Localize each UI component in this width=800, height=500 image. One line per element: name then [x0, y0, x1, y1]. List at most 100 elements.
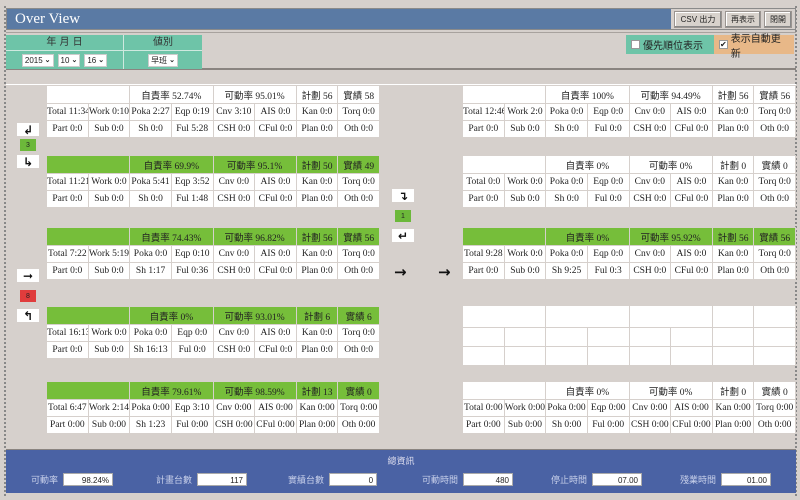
line-panel[interactable]: 自責率 79.61% 可動率 98.59% 計劃 13 實績 0 Total 6:47 W… — [45, 381, 380, 434]
auto-refresh-checkbox[interactable]: ✔ — [719, 40, 728, 49]
stat-cell: CSH 0:0 — [212, 120, 256, 138]
line-stats-table: 自責率 52.74% 可動率 95.01% 計劃 56 實績 58 Total 11:3… — [45, 85, 380, 138]
turn-down-left-icon[interactable]: ↲ — [17, 123, 39, 137]
day-select[interactable]: 16 ⌄ — [84, 53, 108, 67]
line-panel[interactable]: 自責率 52.74% 可動率 95.01% 計劃 56 實績 58 Total 11:3… — [45, 85, 380, 138]
self-responsibility-rate-cell: 自責率 69.9% — [129, 155, 214, 174]
stat-cell: Sub 0:0 — [503, 262, 547, 280]
stat-cell — [545, 346, 588, 366]
stat-cell: Total 9:28 — [462, 245, 505, 263]
summary-value: 480 — [463, 473, 514, 486]
stat-cell: Work 2:0 — [503, 103, 547, 121]
stat-cell: Sh 0:0 — [129, 190, 172, 208]
stat-cell: Plan 0:00 — [711, 416, 755, 434]
summary-title: 總資訊 — [387, 457, 415, 467]
line-panel[interactable]: 自責率 0% 可動率 0% 計劃 0 實績 0 Total 0:0 Work 0:0 Pok… — [461, 155, 796, 208]
line-panel[interactable]: 自責率 0% 可動率 0% 計劃 0 實績 0 Total 0:00 Work 0:00 P… — [461, 381, 796, 434]
turn-up-left-icon[interactable]: ↰ — [17, 309, 39, 323]
priority-checkbox[interactable] — [631, 40, 640, 49]
self-responsibility-rate-cell: 自責率 0% — [129, 306, 214, 325]
panel-header-row: 自責率 79.61% 可動率 98.59% 計劃 13 實績 0 — [45, 381, 380, 400]
title-bar: Over View CSV 出力 再表示 閉開 — [6, 8, 796, 30]
auto-refresh-toggle[interactable]: ✔ 表示自動更新 — [714, 34, 794, 60]
month-select[interactable]: 10 ⌄ — [57, 53, 81, 67]
line-panel[interactable]: 自責率 0% 可動率 93.01% 計劃 6 實績 6 Total 16:13 Work … — [45, 306, 380, 359]
stat-cell: Oth 0:0 — [337, 190, 380, 208]
year-select[interactable]: 2015 ⌄ — [21, 53, 54, 67]
stat-cell: Sh 0:00 — [545, 416, 588, 434]
stat-cell: Plan 0:00 — [295, 416, 339, 434]
self-responsibility-rate-cell: 自責率 0% — [545, 381, 630, 400]
line-panel[interactable]: 自責率 69.9% 可動率 95.1% 計劃 50 實績 49 Total 11:21 W… — [45, 155, 380, 208]
line-panel[interactable]: 自責率 0% 可動率 95.92% 計劃 56 實績 56 Total 9:28 Work… — [461, 227, 796, 280]
panel-stats-row: Part 0:00 Sub 0:00 Sh 1:23 Ful 0:00 CSH 0:00… — [46, 416, 380, 434]
line-panel[interactable]: 自責率 100% 可動率 94.49% 計劃 56 實績 56 Total 12:46 W… — [461, 85, 796, 138]
panel-header-row: 自責率 0% 可動率 0% 計劃 0 實績 0 — [461, 381, 796, 400]
panel-header-row: 自責率 0% 可動率 0% 計劃 0 實績 0 — [461, 155, 796, 174]
stat-cell: Work 0:0 — [503, 173, 547, 191]
panel-header-row: 自責率 74.43% 可動率 96.82% 計劃 56 實績 56 — [45, 227, 380, 246]
stat-cell: Torq 0:0 — [753, 173, 796, 191]
stat-cell: Sub 0:0 — [87, 341, 131, 359]
return-right-icon[interactable]: ↳ — [17, 155, 39, 169]
close-button[interactable]: 閉開 — [764, 10, 792, 28]
plan-count-cell: 計劃 0 — [711, 155, 755, 174]
plan-count-cell — [711, 305, 755, 328]
stat-cell: CSH 0:00 — [628, 416, 672, 434]
plan-count-cell: 計劃 56 — [295, 227, 339, 246]
stat-cell — [462, 346, 505, 366]
stat-cell: CFul 0:00 — [254, 416, 297, 434]
stat-cell: Total 6:47 — [46, 399, 89, 417]
priority-display-toggle[interactable]: 優先順位表示 — [626, 35, 714, 54]
stat-cell: Kan 0:0 — [295, 173, 339, 191]
turn-down-icon[interactable]: ↴ — [392, 189, 414, 203]
availability-rate-cell: 可動率 93.01% — [212, 306, 297, 325]
shift-select[interactable]: 早班 ⌄ — [148, 53, 178, 67]
stat-cell: AIS 0:0 — [670, 173, 713, 191]
stat-cell — [462, 327, 505, 347]
panel-stats-row: Part 0:0 Sub 0:0 Sh 16:13 Ful 0:0 CSH 0:0 CFu… — [46, 341, 380, 359]
stat-cell: CSH 0:0 — [628, 262, 672, 280]
return-left-icon[interactable]: ↵ — [392, 229, 414, 243]
stat-cell: Total 11:21 — [46, 173, 89, 191]
summary-value: 0 — [329, 473, 378, 486]
stat-cell: Cnv 3:10 — [212, 103, 256, 121]
line-panel[interactable] — [461, 305, 796, 366]
line-name-cell — [45, 381, 131, 400]
arrow-right-icon[interactable]: ➞ — [17, 269, 39, 283]
panel-header-row: 自責率 0% 可動率 93.01% 計劃 6 實績 6 — [45, 306, 380, 325]
auto-refresh-label: 表示自動更新 — [730, 33, 781, 60]
panel-stats-row: Part 0:00 Sub 0:00 Sh 0:00 Ful 0:00 CSH 0:00… — [462, 416, 796, 434]
line-stats-table: 自責率 69.9% 可動率 95.1% 計劃 50 實績 49 Total 11:21 W… — [45, 155, 380, 208]
stat-cell: Ful 0:00 — [170, 416, 214, 434]
plan-count-cell: 計劃 56 — [295, 85, 339, 104]
panel-header-row: 自責率 100% 可動率 94.49% 計劃 56 實績 56 — [461, 85, 796, 104]
availability-rate-cell: 可動率 95.01% — [212, 85, 297, 104]
window-title: Over View — [15, 10, 81, 27]
stat-cell: Ful 0:0 — [586, 120, 630, 138]
stat-cell: Kan 0:0 — [295, 324, 339, 342]
stat-cell: Ful 0:36 — [170, 262, 214, 280]
stat-cell: Plan 0:0 — [295, 341, 339, 359]
stat-cell: CFul 0:0 — [670, 190, 713, 208]
line-overview-area: 自責率 52.74% 可動率 95.01% 計劃 56 實績 58 Total 11:3… — [6, 84, 796, 447]
csv-export-button[interactable]: CSV 出力 — [674, 10, 722, 28]
summary-field-stop-time: 停止時間 07.00 — [551, 473, 643, 486]
stat-cell: CSH 0:0 — [212, 341, 256, 359]
line-stats-table: 自責率 74.43% 可動率 96.82% 計劃 56 實績 56 Total 7:22… — [45, 227, 380, 280]
year-value: 2015 — [24, 55, 43, 65]
stat-cell: Poka 0:0 — [545, 173, 588, 191]
stat-cell: Oth 0:0 — [337, 120, 380, 138]
availability-rate-cell: 可動率 96.82% — [212, 227, 297, 246]
actual-count-cell: 實績 0 — [753, 381, 796, 400]
availability-rate-cell: 可動率 95.1% — [212, 155, 297, 174]
stat-cell — [711, 327, 755, 347]
stat-cell: Kan 0:00 — [295, 399, 339, 417]
stat-cell: Eqp 3:52 — [170, 173, 214, 191]
line-panel[interactable]: 自責率 74.43% 可動率 96.82% 計劃 56 實績 56 Total 7:22… — [45, 227, 380, 280]
plan-count-cell: 計劃 13 — [295, 381, 339, 400]
line-name-cell — [461, 381, 547, 400]
redisplay-button[interactable]: 再表示 — [725, 10, 761, 28]
stat-cell: Ful 0:0 — [586, 190, 630, 208]
stat-cell: Plan 0:0 — [711, 262, 755, 280]
